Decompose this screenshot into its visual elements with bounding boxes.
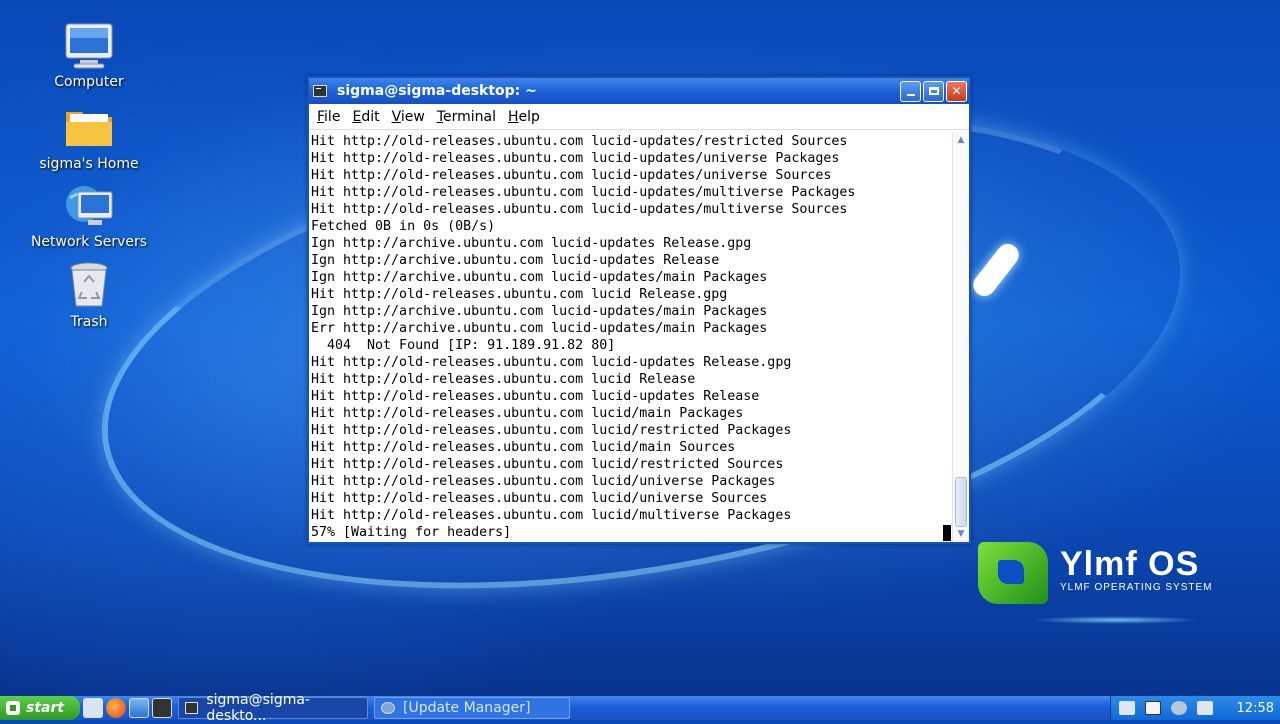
menu-view[interactable]: View	[392, 109, 425, 125]
terminal-line: Hit http://old-releases.ubuntu.com lucid…	[311, 202, 848, 217]
desktop-icon-label: sigma's Home	[39, 156, 139, 172]
terminal-line: Hit http://old-releases.ubuntu.com lucid…	[311, 406, 744, 421]
system-tray: 12:58	[1110, 696, 1280, 720]
computer-icon	[64, 22, 114, 70]
desktop-icon-computer[interactable]: Computer	[29, 22, 149, 90]
scroll-down-icon[interactable]: ▼	[953, 526, 969, 542]
update-manager-icon	[381, 702, 395, 714]
terminal-window[interactable]: sigma@sigma-desktop: ~ ✕ File Edit View …	[307, 76, 971, 544]
folder-icon	[64, 104, 114, 152]
taskbar-item-label: sigma@sigma-deskto...	[206, 692, 310, 724]
ylmf-logo: Ylmf OS YLMF OPERATING SYSTEM	[1060, 545, 1213, 593]
terminal-quicklaunch-icon[interactable]	[152, 698, 172, 718]
vertical-scrollbar[interactable]: ▲ ▼	[952, 132, 969, 542]
taskbar-item-update-manager[interactable]: [Update Manager]	[374, 697, 570, 719]
firefox-icon[interactable]	[106, 698, 126, 718]
network-icon	[64, 182, 114, 230]
terminal-line: Fetched 0B in 0s (0B/s)	[311, 219, 496, 234]
maximize-button[interactable]	[923, 80, 944, 102]
menu-terminal[interactable]: Terminal	[437, 109, 496, 125]
update-tray-icon[interactable]	[1171, 701, 1187, 715]
terminal-cursor	[943, 525, 951, 541]
logo-tagline: YLMF OPERATING SYSTEM	[1060, 582, 1213, 593]
terminal-app-icon	[185, 702, 199, 714]
start-icon	[6, 701, 20, 715]
close-icon: ✕	[951, 84, 962, 98]
terminal-line: Hit http://old-releases.ubuntu.com lucid…	[311, 185, 856, 200]
terminal-line: Ign http://archive.ubuntu.com lucid-upda…	[311, 253, 720, 268]
terminal-output-area[interactable]: Hit http://old-releases.ubuntu.com lucid…	[309, 132, 969, 542]
menu-bar: File Edit View Terminal Help	[309, 104, 969, 130]
ylmf-logo-icon	[978, 542, 1048, 604]
menu-edit[interactable]: Edit	[352, 109, 379, 125]
terminal-line: Hit http://old-releases.ubuntu.com lucid…	[311, 287, 728, 302]
workspace-switcher-icon[interactable]	[1145, 701, 1161, 715]
volume-icon[interactable]	[1197, 701, 1213, 715]
terminal-app-icon	[313, 85, 327, 97]
terminal-line: Hit http://old-releases.ubuntu.com lucid…	[311, 134, 848, 149]
maximize-icon	[928, 87, 939, 95]
menu-file[interactable]: File	[317, 109, 340, 125]
menu-help[interactable]: Help	[508, 109, 540, 125]
desktop-icon-label: Trash	[70, 314, 108, 330]
terminal-line: 404 Not Found [IP: 91.189.91.82 80]	[311, 338, 616, 353]
terminal-line: Hit http://old-releases.ubuntu.com lucid…	[311, 457, 784, 472]
logo-name: Ylmf OS	[1060, 545, 1200, 583]
desktop-icon-trash[interactable]: Trash	[29, 262, 149, 330]
desktop-icon-network[interactable]: Network Servers	[29, 182, 149, 250]
taskbar-item-terminal[interactable]: sigma@sigma-deskto...	[178, 692, 368, 724]
terminal-line: Hit http://old-releases.ubuntu.com lucid…	[311, 423, 792, 438]
terminal-line: Hit http://old-releases.ubuntu.com lucid…	[311, 168, 832, 183]
terminal-line: Hit http://old-releases.ubuntu.com lucid…	[311, 491, 768, 506]
terminal-line: Ign http://archive.ubuntu.com lucid-upda…	[311, 270, 768, 285]
logo-glow	[1030, 616, 1200, 624]
scroll-up-icon[interactable]: ▲	[953, 132, 969, 148]
browser-quicklaunch-icon[interactable]	[83, 698, 103, 718]
start-label: start	[26, 700, 65, 716]
terminal-line: Hit http://old-releases.ubuntu.com lucid…	[311, 355, 792, 370]
desktop-icon-home[interactable]: sigma's Home	[29, 104, 149, 172]
close-button[interactable]: ✕	[946, 80, 967, 102]
minimize-button[interactable]	[900, 80, 921, 102]
taskbar-item-label: [Update Manager]	[403, 700, 531, 716]
clock[interactable]: 12:58	[1237, 701, 1274, 716]
desktop-icon-label: Network Servers	[30, 234, 148, 250]
terminal-line: Hit http://old-releases.ubuntu.com lucid…	[311, 508, 792, 523]
terminal-line: Hit http://old-releases.ubuntu.com lucid…	[311, 474, 776, 489]
terminal-line: Hit http://old-releases.ubuntu.com lucid…	[311, 389, 760, 404]
scroll-thumb[interactable]	[955, 477, 967, 527]
trash-icon	[64, 262, 114, 310]
terminal-line: Hit http://old-releases.ubuntu.com lucid…	[311, 440, 736, 455]
desktop-icon-label: Computer	[54, 74, 124, 90]
terminal-line: Ign http://archive.ubuntu.com lucid-upda…	[311, 304, 768, 319]
terminal-text: Hit http://old-releases.ubuntu.com lucid…	[311, 133, 951, 542]
window-titlebar[interactable]: sigma@sigma-desktop: ~ ✕	[309, 78, 969, 104]
terminal-line: 57% [Waiting for headers]	[311, 525, 512, 540]
terminal-line: Hit http://old-releases.ubuntu.com lucid…	[311, 151, 840, 166]
terminal-line: Hit http://old-releases.ubuntu.com lucid…	[311, 372, 696, 387]
terminal-line: Ign http://archive.ubuntu.com lucid-upda…	[311, 236, 752, 251]
network-tray-icon[interactable]	[1119, 701, 1135, 715]
window-title: sigma@sigma-desktop: ~	[337, 83, 537, 99]
terminal-line: Err http://archive.ubuntu.com lucid-upda…	[311, 321, 768, 336]
taskbar: start sigma@sigma-deskto... [Update Mana…	[0, 692, 1280, 724]
minimize-icon	[906, 94, 915, 96]
show-desktop-icon[interactable]	[129, 698, 149, 718]
start-button[interactable]: start	[0, 696, 80, 720]
